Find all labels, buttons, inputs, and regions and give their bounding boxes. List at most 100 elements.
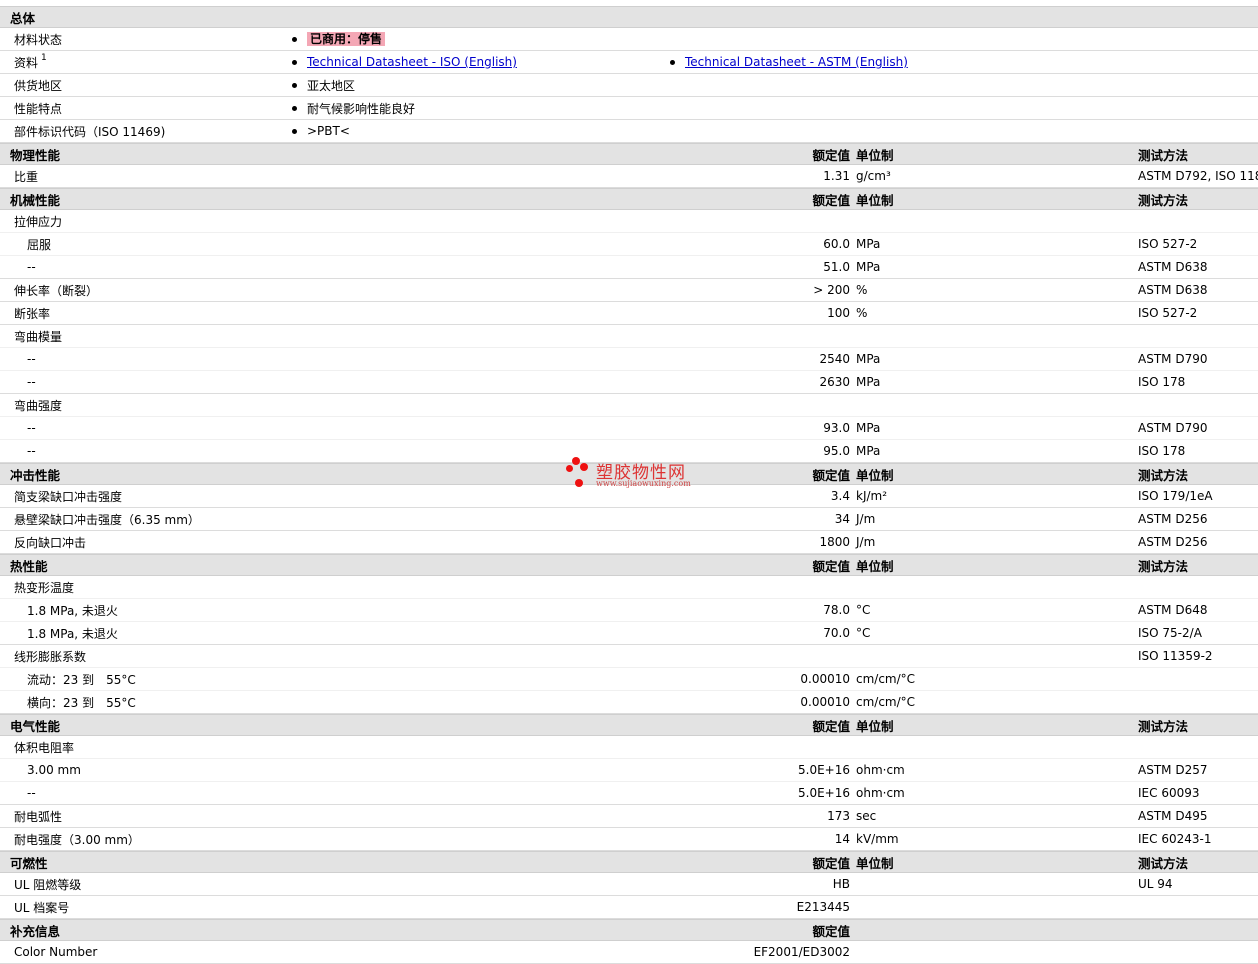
test-method: ASTM D648: [1138, 603, 1208, 617]
section-header-mechanical: 机械性能 额定值 单位制 测试方法: [0, 188, 1258, 210]
test-method: IEC 60093: [1138, 786, 1200, 800]
watermark-logo: 塑胶物性网 www.sujiaowuxing.com: [566, 455, 706, 495]
property-value: EF2001/ED3002: [753, 945, 850, 959]
property-value: >PBT<: [307, 124, 350, 138]
col-header-value: 额定值: [812, 718, 850, 734]
property-name: --: [27, 375, 36, 389]
property-name: 资料 1: [14, 51, 47, 73]
datasheet: 总体 材料状态 已商用：停售 资料 1 Technical Datasheet -…: [0, 0, 1258, 964]
property-value: 1.31: [823, 169, 850, 183]
col-header-value: 额定值: [812, 467, 850, 483]
test-method: ISO 178: [1138, 444, 1186, 458]
property-name: 耐电弧性: [14, 809, 63, 824]
property-value: E213445: [796, 900, 850, 914]
property-value: 173: [827, 809, 850, 823]
property-unit: MPa: [856, 375, 881, 389]
bullet-icon: [670, 59, 675, 65]
test-method: ASTM D495: [1138, 809, 1208, 823]
property-value: 1800: [819, 535, 850, 549]
bullet-value: 已商用：停售: [292, 28, 386, 50]
test-method: UL 94: [1138, 877, 1173, 891]
property-name: --: [27, 260, 36, 274]
property-name: 供货地区: [14, 78, 63, 93]
bullet-value: 亚太地区: [292, 74, 355, 96]
property-value: HB: [832, 877, 850, 891]
property-name: 拉伸应力: [14, 214, 63, 229]
col-header-unit: 单位制: [856, 558, 894, 574]
section-title: 可燃性: [10, 855, 48, 871]
property-name: 横向：23 到 55°C: [27, 695, 136, 710]
table-row: 3.00 mm 5.0E+16 ohm·cm ASTM D257: [0, 759, 1258, 782]
property-unit: sec: [856, 809, 877, 823]
col-header-unit: 单位制: [856, 718, 894, 734]
col-header-unit: 单位制: [856, 192, 894, 208]
property-unit: kV/mm: [856, 832, 899, 846]
col-header-value: 额定值: [812, 558, 850, 574]
test-method: ASTM D638: [1138, 283, 1208, 297]
table-row: UL 档案号 E213445: [0, 896, 1258, 919]
bullet-value: 耐气候影响性能良好: [292, 97, 415, 119]
property-name: 1.8 MPa, 未退火: [27, 626, 118, 641]
astm-datasheet-link[interactable]: Technical Datasheet - ASTM (English): [685, 55, 908, 69]
bullet-value: Technical Datasheet - ASTM (English): [670, 51, 908, 73]
table-row: 体积电阻率: [0, 736, 1258, 759]
property-unit: MPa: [856, 260, 881, 274]
property-value: 70.0: [823, 626, 850, 640]
property-name: 性能特点: [14, 101, 63, 116]
property-name-text: 资料: [14, 55, 39, 70]
table-row: 伸长率（断裂） > 200 % ASTM D638: [0, 279, 1258, 302]
section-title: 机械性能: [10, 192, 61, 208]
property-value: 亚太地区: [307, 78, 356, 93]
section-title: 总体: [10, 10, 36, 26]
logo-dots-icon: [566, 455, 594, 491]
general-row-region: 供货地区 亚太地区: [0, 74, 1258, 97]
table-row: UL 阻燃等级 HB UL 94: [0, 873, 1258, 896]
col-header-test: 测试方法: [1138, 855, 1189, 871]
iso-datasheet-link[interactable]: Technical Datasheet - ISO (English): [307, 55, 517, 69]
property-name: --: [27, 421, 36, 435]
table-row: -- 2630 MPa ISO 178: [0, 371, 1258, 394]
property-name: Color Number: [14, 945, 98, 959]
property-name: 3.00 mm: [27, 763, 81, 777]
property-value: 100: [827, 306, 850, 320]
property-value: > 200: [813, 283, 850, 297]
property-name: 流动：23 到 55°C: [27, 672, 136, 687]
property-unit: ohm·cm: [856, 786, 905, 800]
test-method: ASTM D638: [1138, 260, 1208, 274]
property-name: 热变形温度: [14, 580, 75, 595]
table-row: 比重 1.31 g/cm³ ASTM D792, ISO 1183: [0, 165, 1258, 188]
test-method: ASTM D792, ISO 1183: [1138, 169, 1258, 183]
property-unit: MPa: [856, 352, 881, 366]
property-unit: MPa: [856, 421, 881, 435]
property-value: 0.00010: [800, 672, 850, 686]
property-unit: °C: [856, 626, 871, 640]
property-value: 95.0: [823, 444, 850, 458]
property-unit: cm/cm/°C: [856, 672, 916, 686]
footnote-marker: 1: [41, 53, 47, 63]
property-name: 伸长率（断裂）: [14, 283, 99, 298]
property-unit: MPa: [856, 237, 881, 251]
section-header-general: 总体: [0, 6, 1258, 28]
general-row-part-code: 部件标识代码（ISO 11469) >PBT<: [0, 120, 1258, 143]
col-header-unit: 单位制: [856, 467, 894, 483]
table-row: -- 51.0 MPa ASTM D638: [0, 256, 1258, 279]
general-row-status: 材料状态 已商用：停售: [0, 28, 1258, 51]
table-row: -- 2540 MPa ASTM D790: [0, 348, 1258, 371]
property-value: 60.0: [823, 237, 850, 251]
property-value: 0.00010: [800, 695, 850, 709]
table-row: 断张率 100 % ISO 527-2: [0, 302, 1258, 325]
property-name: UL 阻燃等级: [14, 877, 82, 892]
table-row: 1.8 MPa, 未退火 70.0 °C ISO 75-2/A: [0, 622, 1258, 645]
property-value: 51.0: [823, 260, 850, 274]
section-title: 冲击性能: [10, 467, 61, 483]
table-row: Color Number EF2001/ED3002: [0, 941, 1258, 964]
col-header-test: 测试方法: [1138, 147, 1189, 163]
test-method: ISO 178: [1138, 375, 1186, 389]
property-unit: kJ/m²: [856, 489, 888, 503]
property-name: 比重: [14, 169, 39, 184]
property-unit: ohm·cm: [856, 763, 905, 777]
section-header-flammability: 可燃性 额定值 单位制 测试方法: [0, 851, 1258, 873]
table-row: 耐电强度（3.00 mm） 14 kV/mm IEC 60243-1: [0, 828, 1258, 851]
table-row: 弯曲模量: [0, 325, 1258, 348]
property-name: UL 档案号: [14, 900, 70, 915]
